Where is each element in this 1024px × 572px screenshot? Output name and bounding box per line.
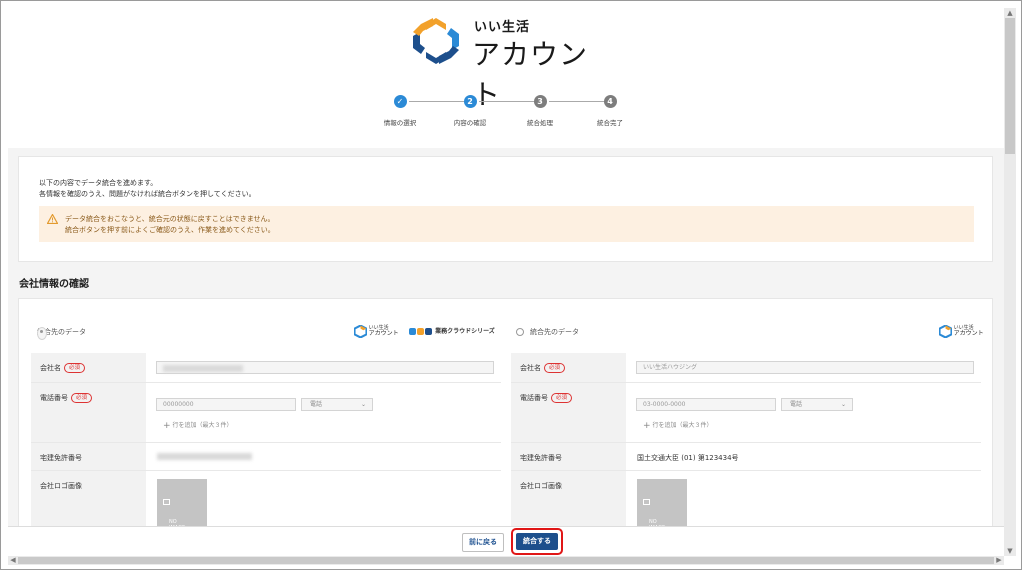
target-add-row-link[interactable]: + 行を追加（最大３件） bbox=[643, 420, 713, 431]
notice-line-2: 各情報を確認のうえ、問題がなければ統合ボタンを押してください。 bbox=[39, 190, 256, 198]
scroll-down-arrow-icon[interactable]: ▼ bbox=[1004, 546, 1016, 556]
target-company-name-input[interactable]: いい生活ハウジング bbox=[636, 361, 974, 374]
field-label-company: 会社名 bbox=[40, 364, 61, 372]
target-row-license: 宅建免許番号 国土交通大臣 (01) 第123434号 bbox=[511, 443, 981, 471]
field-label-logo: 会社ロゴ画像 bbox=[40, 482, 82, 490]
horizontal-scroll-thumb[interactable] bbox=[18, 557, 994, 564]
add-row-label: 行を追加（最大３件） bbox=[652, 422, 713, 429]
cloud-series-logo: 業務クラウドシリーズ bbox=[409, 326, 495, 335]
phone-type-value: 電話 bbox=[310, 401, 323, 408]
action-bar: 前に戻る 統合する bbox=[8, 526, 1004, 557]
source-radio[interactable] bbox=[37, 327, 47, 340]
target-phone-type-select[interactable]: 電話 ⌄ bbox=[781, 398, 853, 411]
mini-logo-large: アカウント bbox=[368, 330, 399, 337]
mini-logo-large: アカウント bbox=[953, 330, 984, 337]
step-4: 4 統合完了 bbox=[575, 95, 645, 127]
horizontal-scrollbar[interactable]: ◀ ▶ bbox=[8, 556, 1004, 565]
required-badge: 必須 bbox=[71, 393, 93, 403]
source-license-value bbox=[157, 453, 252, 460]
plus-icon: + bbox=[643, 420, 651, 431]
merge-button[interactable]: 統合する bbox=[516, 533, 558, 550]
source-phone-input[interactable]: 00000000 bbox=[156, 398, 296, 411]
source-row-company-name: 会社名 必須 bbox=[31, 353, 501, 383]
source-column-header[interactable]: 統合先のデータ bbox=[37, 327, 86, 340]
field-label-company: 会社名 bbox=[520, 364, 541, 372]
vertical-scroll-thumb[interactable] bbox=[1005, 18, 1015, 154]
source-account-logo: いい生活 アカウント bbox=[353, 324, 399, 339]
target-radio[interactable] bbox=[516, 328, 524, 336]
source-logo-placeholder: NO IMAGE bbox=[157, 479, 207, 531]
image-icon bbox=[163, 499, 170, 505]
target-column-header[interactable]: 統合先のデータ bbox=[516, 327, 579, 337]
series-blue-icon bbox=[409, 328, 416, 335]
step-label: 情報の選択 bbox=[383, 119, 417, 127]
target-column-label: 統合先のデータ bbox=[530, 328, 579, 336]
step-label: 統合完了 bbox=[597, 119, 623, 127]
required-badge: 必須 bbox=[544, 363, 566, 373]
warning-icon bbox=[47, 214, 58, 224]
series-navy-icon bbox=[425, 328, 432, 335]
scroll-right-arrow-icon[interactable]: ▶ bbox=[994, 556, 1004, 565]
field-label-phone: 電話番号 bbox=[40, 394, 68, 402]
section-title: 会社情報の確認 bbox=[19, 279, 89, 290]
image-icon bbox=[643, 499, 650, 505]
step-label: 統合処理 bbox=[527, 119, 553, 127]
add-row-label: 行を追加（最大３件） bbox=[172, 422, 233, 429]
target-row-phone: 電話番号 必須 03-0000-0000 電話 ⌄ + 行を追加（最大３件） bbox=[511, 383, 981, 443]
source-phone-type-select[interactable]: 電話 ⌄ bbox=[301, 398, 373, 411]
scroll-up-arrow-icon[interactable]: ▲ bbox=[1004, 8, 1016, 18]
field-label-license: 宅建免許番号 bbox=[520, 454, 562, 462]
source-company-name-input[interactable] bbox=[156, 361, 494, 374]
field-label-logo: 会社ロゴ画像 bbox=[520, 482, 562, 490]
step-number: 4 bbox=[603, 95, 617, 108]
chevron-down-icon: ⌄ bbox=[840, 401, 846, 408]
page-viewport: いい生活 アカウント ✓ 情報の選択 2 内容の確認 3 統合処理 4 統合完了… bbox=[8, 8, 1004, 556]
phone-type-value: 電話 bbox=[790, 401, 803, 408]
notice-line-1: 以下の内容でデータ統合を進めます。 bbox=[39, 179, 158, 187]
progress-stepper: ✓ 情報の選択 2 内容の確認 3 統合処理 4 統合完了 bbox=[365, 95, 655, 135]
company-info-card: 統合先のデータ いい生活 アカウント 業務クラウドシリーズ 統合先のデータ いい生… bbox=[18, 298, 993, 539]
logo-mark-icon bbox=[413, 18, 459, 64]
target-row-company-name: 会社名 必須 いい生活ハウジング bbox=[511, 353, 981, 383]
source-row-license: 宅建免許番号 bbox=[31, 443, 501, 471]
step-number: 3 bbox=[533, 95, 547, 108]
vertical-scrollbar[interactable]: ▲ ▼ bbox=[1004, 8, 1016, 556]
target-phone-input[interactable]: 03-0000-0000 bbox=[636, 398, 776, 411]
account-logo-icon bbox=[353, 324, 368, 339]
scroll-left-arrow-icon[interactable]: ◀ bbox=[8, 556, 18, 565]
field-label-phone: 電話番号 bbox=[520, 394, 548, 402]
check-icon: ✓ bbox=[393, 95, 407, 108]
warning-line-2: 統合ボタンを押す前によくご確認のうえ、作業を進めてください。 bbox=[65, 226, 275, 234]
required-badge: 必須 bbox=[551, 393, 573, 403]
source-row-phone: 電話番号 必須 00000000 電話 ⌄ + 行を追加（最大３件） bbox=[31, 383, 501, 443]
chevron-down-icon: ⌄ bbox=[360, 401, 366, 408]
step-number: 2 bbox=[463, 95, 477, 108]
target-license-value: 国土交通大臣 (01) 第123434号 bbox=[637, 454, 739, 462]
warning-box: データ統合をおこなうと、統合元の状態に戻すことはできません。 統合ボタンを押す前… bbox=[39, 206, 974, 242]
plus-icon: + bbox=[163, 420, 171, 431]
target-account-logo: いい生活 アカウント bbox=[938, 324, 984, 339]
step-label: 内容の確認 bbox=[453, 119, 487, 127]
step-2: 2 内容の確認 bbox=[435, 95, 505, 127]
notice-card: 以下の内容でデータ統合を進めます。 各情報を確認のうえ、問題がなければ統合ボタン… bbox=[18, 156, 993, 262]
series-label: 業務クラウドシリーズ bbox=[435, 328, 495, 335]
target-logo-placeholder: NO IMAGE bbox=[637, 479, 687, 531]
back-button[interactable]: 前に戻る bbox=[462, 533, 504, 552]
source-add-row-link[interactable]: + 行を追加（最大３件） bbox=[163, 420, 233, 431]
field-label-license: 宅建免許番号 bbox=[40, 454, 82, 462]
warning-line-1: データ統合をおこなうと、統合元の状態に戻すことはできません。 bbox=[65, 215, 275, 223]
step-3: 3 統合処理 bbox=[505, 95, 575, 127]
account-logo-icon bbox=[938, 324, 953, 339]
brand-logo: いい生活 アカウント bbox=[411, 12, 611, 111]
series-orange-icon bbox=[417, 328, 424, 335]
step-1: ✓ 情報の選択 bbox=[365, 95, 435, 127]
required-badge: 必須 bbox=[64, 363, 86, 373]
